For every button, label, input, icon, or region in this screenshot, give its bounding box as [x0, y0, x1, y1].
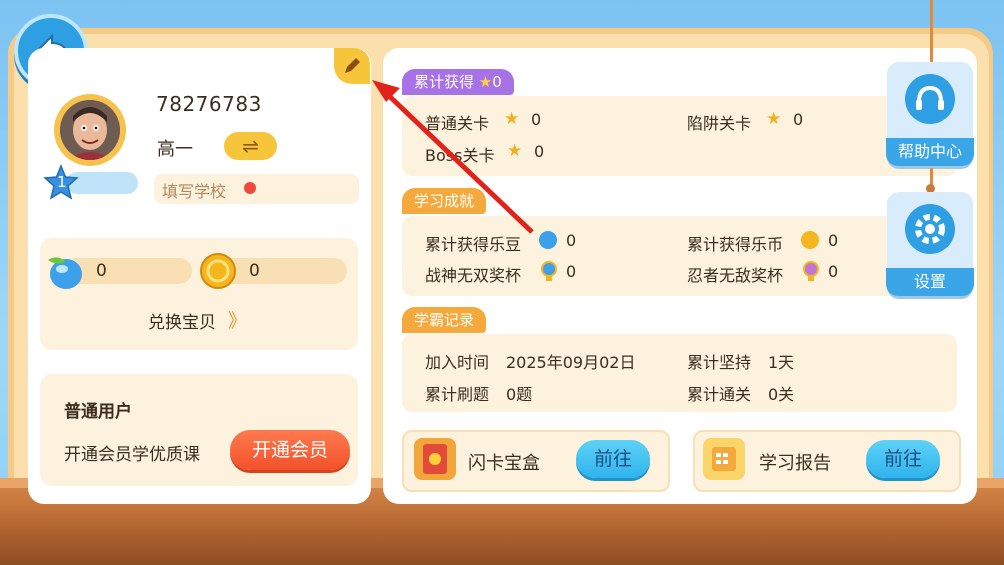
- coins-earned-value: 0: [828, 231, 839, 250]
- user-id: 78276783: [156, 92, 262, 116]
- trap-level-label: 陷阱关卡: [687, 114, 752, 133]
- beans-earned-label: 累计获得乐豆: [425, 235, 522, 254]
- exchange-link[interactable]: 兑换宝贝: [148, 308, 216, 333]
- boss-level-value: 0: [534, 142, 545, 161]
- medal-icon: [540, 260, 558, 282]
- cumulative-tab-label: 累计获得: [414, 73, 475, 91]
- level-number: 1: [57, 173, 67, 191]
- notification-dot: [244, 182, 256, 194]
- passed-value: 0关: [768, 385, 795, 404]
- settings-tag[interactable]: 设置: [886, 192, 974, 296]
- beans-earned-value: 0: [566, 231, 577, 250]
- passed-label: 累计通关: [687, 385, 752, 404]
- normal-level-label: 普通关卡: [425, 114, 490, 133]
- avatar-face-icon: [60, 100, 120, 160]
- star-icon: ★: [507, 141, 523, 161]
- edit-profile-button[interactable]: [334, 48, 370, 84]
- medal-icon: [802, 260, 820, 282]
- warrior-trophy-label: 战神无双奖杯: [425, 266, 522, 285]
- questions-label: 累计刷题: [425, 385, 490, 404]
- bean-icon: [539, 231, 557, 249]
- study-report-icon: [703, 438, 745, 480]
- grade-label: 高一: [157, 139, 193, 160]
- report-go-button[interactable]: 前往: [866, 440, 940, 478]
- bean-icon: [44, 252, 84, 290]
- gear-icon: [905, 204, 955, 254]
- trap-level-value: 0: [793, 110, 804, 129]
- ninja-trophy-value: 0: [828, 262, 839, 281]
- warrior-trophy-value: 0: [566, 262, 577, 281]
- coin-balance: 0: [249, 261, 260, 281]
- school-placeholder: 填写学校: [162, 182, 227, 201]
- cumulative-tab-count: 0: [492, 73, 502, 91]
- help-center-tag[interactable]: 帮助中心: [886, 62, 974, 166]
- achievements-tab: 学习成就: [402, 188, 487, 214]
- level-badge: 1: [42, 164, 80, 202]
- hanging-string: [930, 0, 933, 62]
- join-date-value: 2025年09月02日: [506, 353, 636, 372]
- open-membership-button[interactable]: 开通会员: [230, 430, 350, 470]
- persist-days-label: 累计坚持: [687, 353, 752, 372]
- coins-earned-label: 累计获得乐币: [687, 235, 784, 254]
- star-icon: ★: [504, 109, 520, 129]
- ninja-trophy-label: 忍者无敌奖杯: [687, 266, 784, 285]
- star-icon: ★: [478, 73, 493, 91]
- flashcard-box-icon: [414, 438, 456, 480]
- records-tab: 学霸记录: [402, 307, 487, 333]
- avatar[interactable]: [60, 100, 120, 160]
- coin-icon: [801, 231, 819, 249]
- boss-level-label: Boss关卡: [425, 146, 495, 165]
- persist-days-value: 1天: [768, 353, 795, 372]
- questions-value: 0题: [506, 385, 533, 404]
- flashcard-go-button[interactable]: 前往: [576, 440, 650, 478]
- report-label: 学习报告: [759, 453, 831, 474]
- cumulative-tab: 累计获得 ★0: [402, 69, 514, 95]
- headset-icon: [905, 74, 955, 124]
- membership-title: 普通用户: [64, 402, 132, 422]
- membership-desc: 开通会员学优质课: [64, 445, 200, 465]
- pencil-icon: [345, 58, 360, 73]
- star-icon: ★: [766, 109, 782, 129]
- double-chevron-icon: 》: [228, 310, 248, 332]
- help-center-label: 帮助中心: [886, 138, 974, 166]
- coin-icon: [198, 251, 238, 291]
- join-date-label: 加入时间: [425, 353, 490, 372]
- settings-label: 设置: [886, 268, 974, 296]
- switch-grade-button[interactable]: ⇌: [224, 132, 277, 160]
- bean-balance: 0: [96, 261, 107, 281]
- flashcard-label: 闪卡宝盒: [468, 453, 540, 474]
- normal-level-value: 0: [531, 110, 542, 129]
